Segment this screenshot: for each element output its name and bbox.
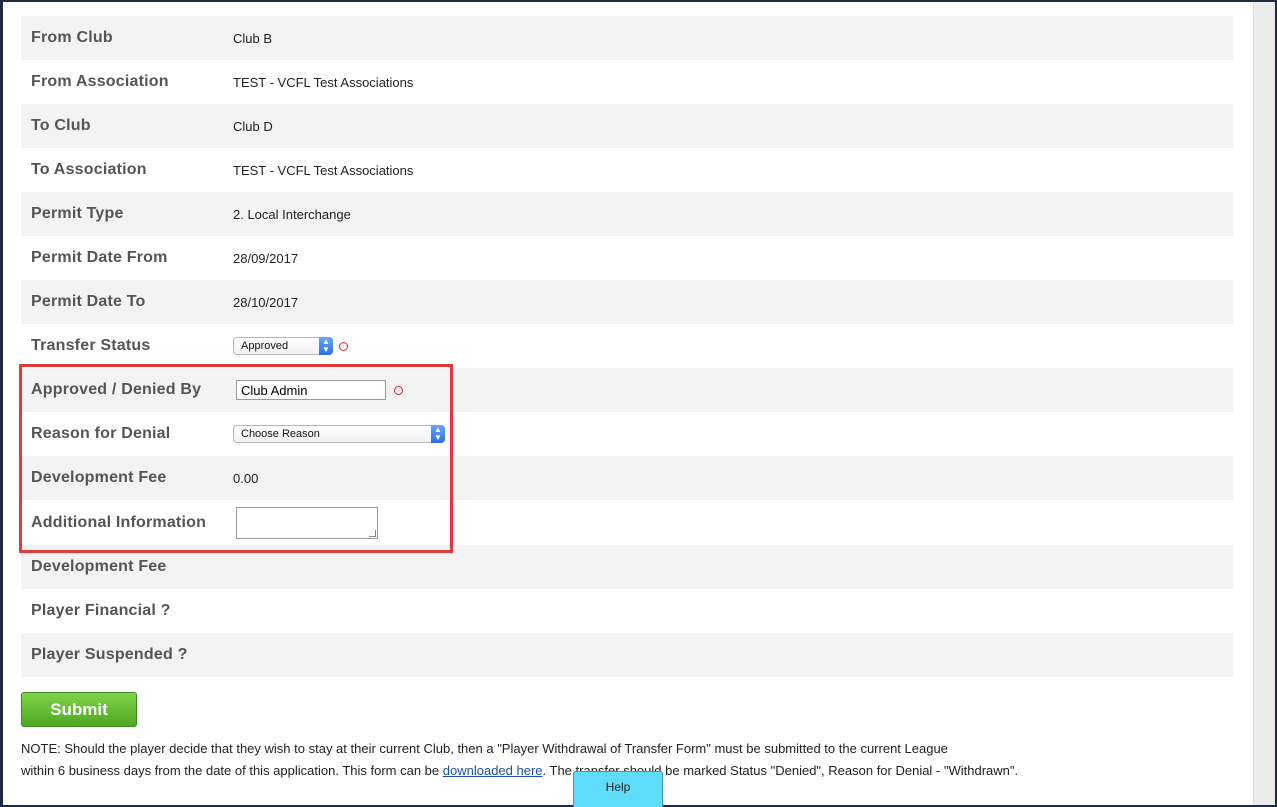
reason-for-denial-label: Reason for Denial	[31, 425, 171, 442]
to-club-value: Club D	[233, 118, 273, 134]
development-fee-label: Development Fee	[31, 469, 167, 486]
from-association-label: From Association	[31, 73, 169, 90]
permit-date-from-value: 28/09/2017	[233, 250, 299, 266]
required-icon	[339, 341, 348, 351]
approved-denied-by-label: Approved / Denied By	[31, 381, 202, 398]
row-to-club: To Club Club D	[21, 104, 1233, 148]
development-fee-label-2: Development Fee	[31, 558, 167, 575]
additional-information-textarea[interactable]	[236, 506, 378, 539]
approved-denied-by-input[interactable]	[236, 380, 386, 400]
permit-date-to-value: 28/10/2017	[233, 294, 299, 310]
transfer-form: From Club Club B From Association TEST -…	[21, 16, 1233, 677]
row-transfer-status: Transfer Status Approved ▲ ▼	[21, 324, 1233, 368]
from-club-label: From Club	[31, 29, 113, 46]
row-player-financial: Player Financial ?	[21, 589, 1233, 633]
from-association-value: TEST - VCFL Test Associations	[233, 74, 414, 90]
row-additional-information: Additional Information	[21, 500, 1233, 545]
to-club-label: To Club	[31, 117, 91, 134]
player-financial-label: Player Financial ?	[31, 602, 171, 619]
additional-information-label: Additional Information	[31, 513, 207, 531]
downloaded-here-link[interactable]: downloaded here	[443, 763, 543, 778]
to-association-value: TEST - VCFL Test Associations	[233, 162, 414, 178]
row-permit-date-from: Permit Date From 28/09/2017	[21, 236, 1233, 280]
row-permit-date-to: Permit Date To 28/10/2017	[21, 280, 1233, 324]
required-icon	[394, 385, 403, 395]
player-suspended-label: Player Suspended ?	[31, 646, 188, 663]
row-approved-denied-by: Approved / Denied By	[21, 368, 1233, 412]
transfer-status-label: Transfer Status	[31, 337, 151, 354]
from-club-value: Club B	[233, 30, 273, 46]
select-arrows-icon: ▲ ▼	[431, 425, 445, 443]
transfer-status-select[interactable]: Approved ▲ ▼	[233, 337, 333, 355]
to-association-label: To Association	[31, 161, 147, 178]
row-from-club: From Club Club B	[21, 16, 1233, 60]
row-reason-for-denial: Reason for Denial Choose Reason ▲ ▼	[21, 412, 1233, 456]
vertical-scrollbar[interactable]	[1253, 0, 1277, 807]
permit-type-label: Permit Type	[31, 205, 124, 222]
reason-for-denial-select[interactable]: Choose Reason ▲ ▼	[233, 425, 445, 443]
row-from-association: From Association TEST - VCFL Test Associ…	[21, 60, 1233, 104]
note-line-2: within 6 business days from the date of …	[21, 760, 1121, 782]
row-to-association: To Association TEST - VCFL Test Associat…	[21, 148, 1233, 192]
row-permit-type: Permit Type 2. Local Interchange	[21, 192, 1233, 236]
row-development-fee-2: Development Fee	[21, 545, 1233, 589]
permit-type-value: 2. Local Interchange	[233, 206, 351, 222]
note-line-2-text: within 6 business days from the date of …	[21, 763, 443, 778]
note-line-1: NOTE: Should the player decide that they…	[21, 741, 948, 756]
development-fee-value: 0.00	[233, 470, 259, 486]
permit-date-from-label: Permit Date From	[31, 249, 168, 266]
row-development-fee: Development Fee 0.00	[21, 456, 1233, 500]
reason-for-denial-selected: Choose Reason	[241, 428, 320, 440]
permit-date-to-label: Permit Date To	[31, 293, 146, 310]
row-player-suspended: Player Suspended ?	[21, 633, 1233, 677]
help-button[interactable]: Help	[573, 771, 663, 807]
withdrawal-note: NOTE: Should the player decide that they…	[21, 738, 1121, 782]
select-arrows-icon: ▲ ▼	[319, 337, 333, 355]
transfer-status-selected: Approved	[241, 340, 289, 352]
submit-button[interactable]: Submit	[21, 692, 137, 727]
